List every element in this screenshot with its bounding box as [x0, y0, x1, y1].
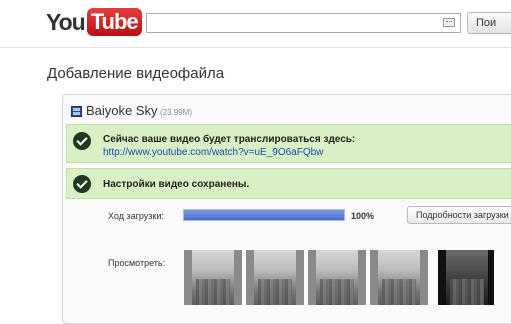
video-url-link[interactable]: http://www.youtube.com/watch?v=uE_9O6aFQ…	[103, 147, 323, 158]
thumbnail-option[interactable]	[184, 250, 242, 305]
progress-label: Ход загрузки:	[108, 211, 164, 221]
upload-progress-bar	[183, 209, 345, 221]
page-title: Добавление видеофайла	[47, 65, 225, 82]
header-divider	[0, 47, 511, 48]
search-input[interactable]	[146, 13, 461, 33]
keyboard-icon[interactable]	[443, 18, 455, 27]
check-circle-icon	[73, 132, 91, 150]
thumbnail-option[interactable]	[308, 250, 366, 305]
progress-percent: 100%	[351, 211, 375, 221]
upload-progress-fill	[184, 210, 344, 220]
thumbnail-option[interactable]	[246, 250, 304, 305]
thumbnail-option[interactable]	[438, 250, 494, 305]
search-button[interactable]: Пои	[467, 12, 511, 34]
broadcast-message: Сейчас ваше видео будет транслироваться …	[103, 134, 356, 145]
thumbnail-option[interactable]	[370, 250, 428, 305]
file-size: (23.99M)	[160, 108, 193, 117]
file-name: Baiyoke Sky	[86, 103, 158, 118]
video-file-icon	[71, 106, 82, 117]
logo-tube-text: Tube	[86, 8, 142, 36]
check-circle-icon	[73, 175, 91, 193]
upload-details-button[interactable]: Подробности загрузки	[407, 206, 511, 224]
settings-saved-message: Настройки видео сохранены.	[103, 179, 250, 190]
preview-label: Просмотреть:	[108, 258, 166, 268]
logo-you-text: You	[46, 9, 86, 35]
header: You Tube Пои	[0, 0, 511, 48]
youtube-logo[interactable]: You Tube	[46, 8, 142, 36]
